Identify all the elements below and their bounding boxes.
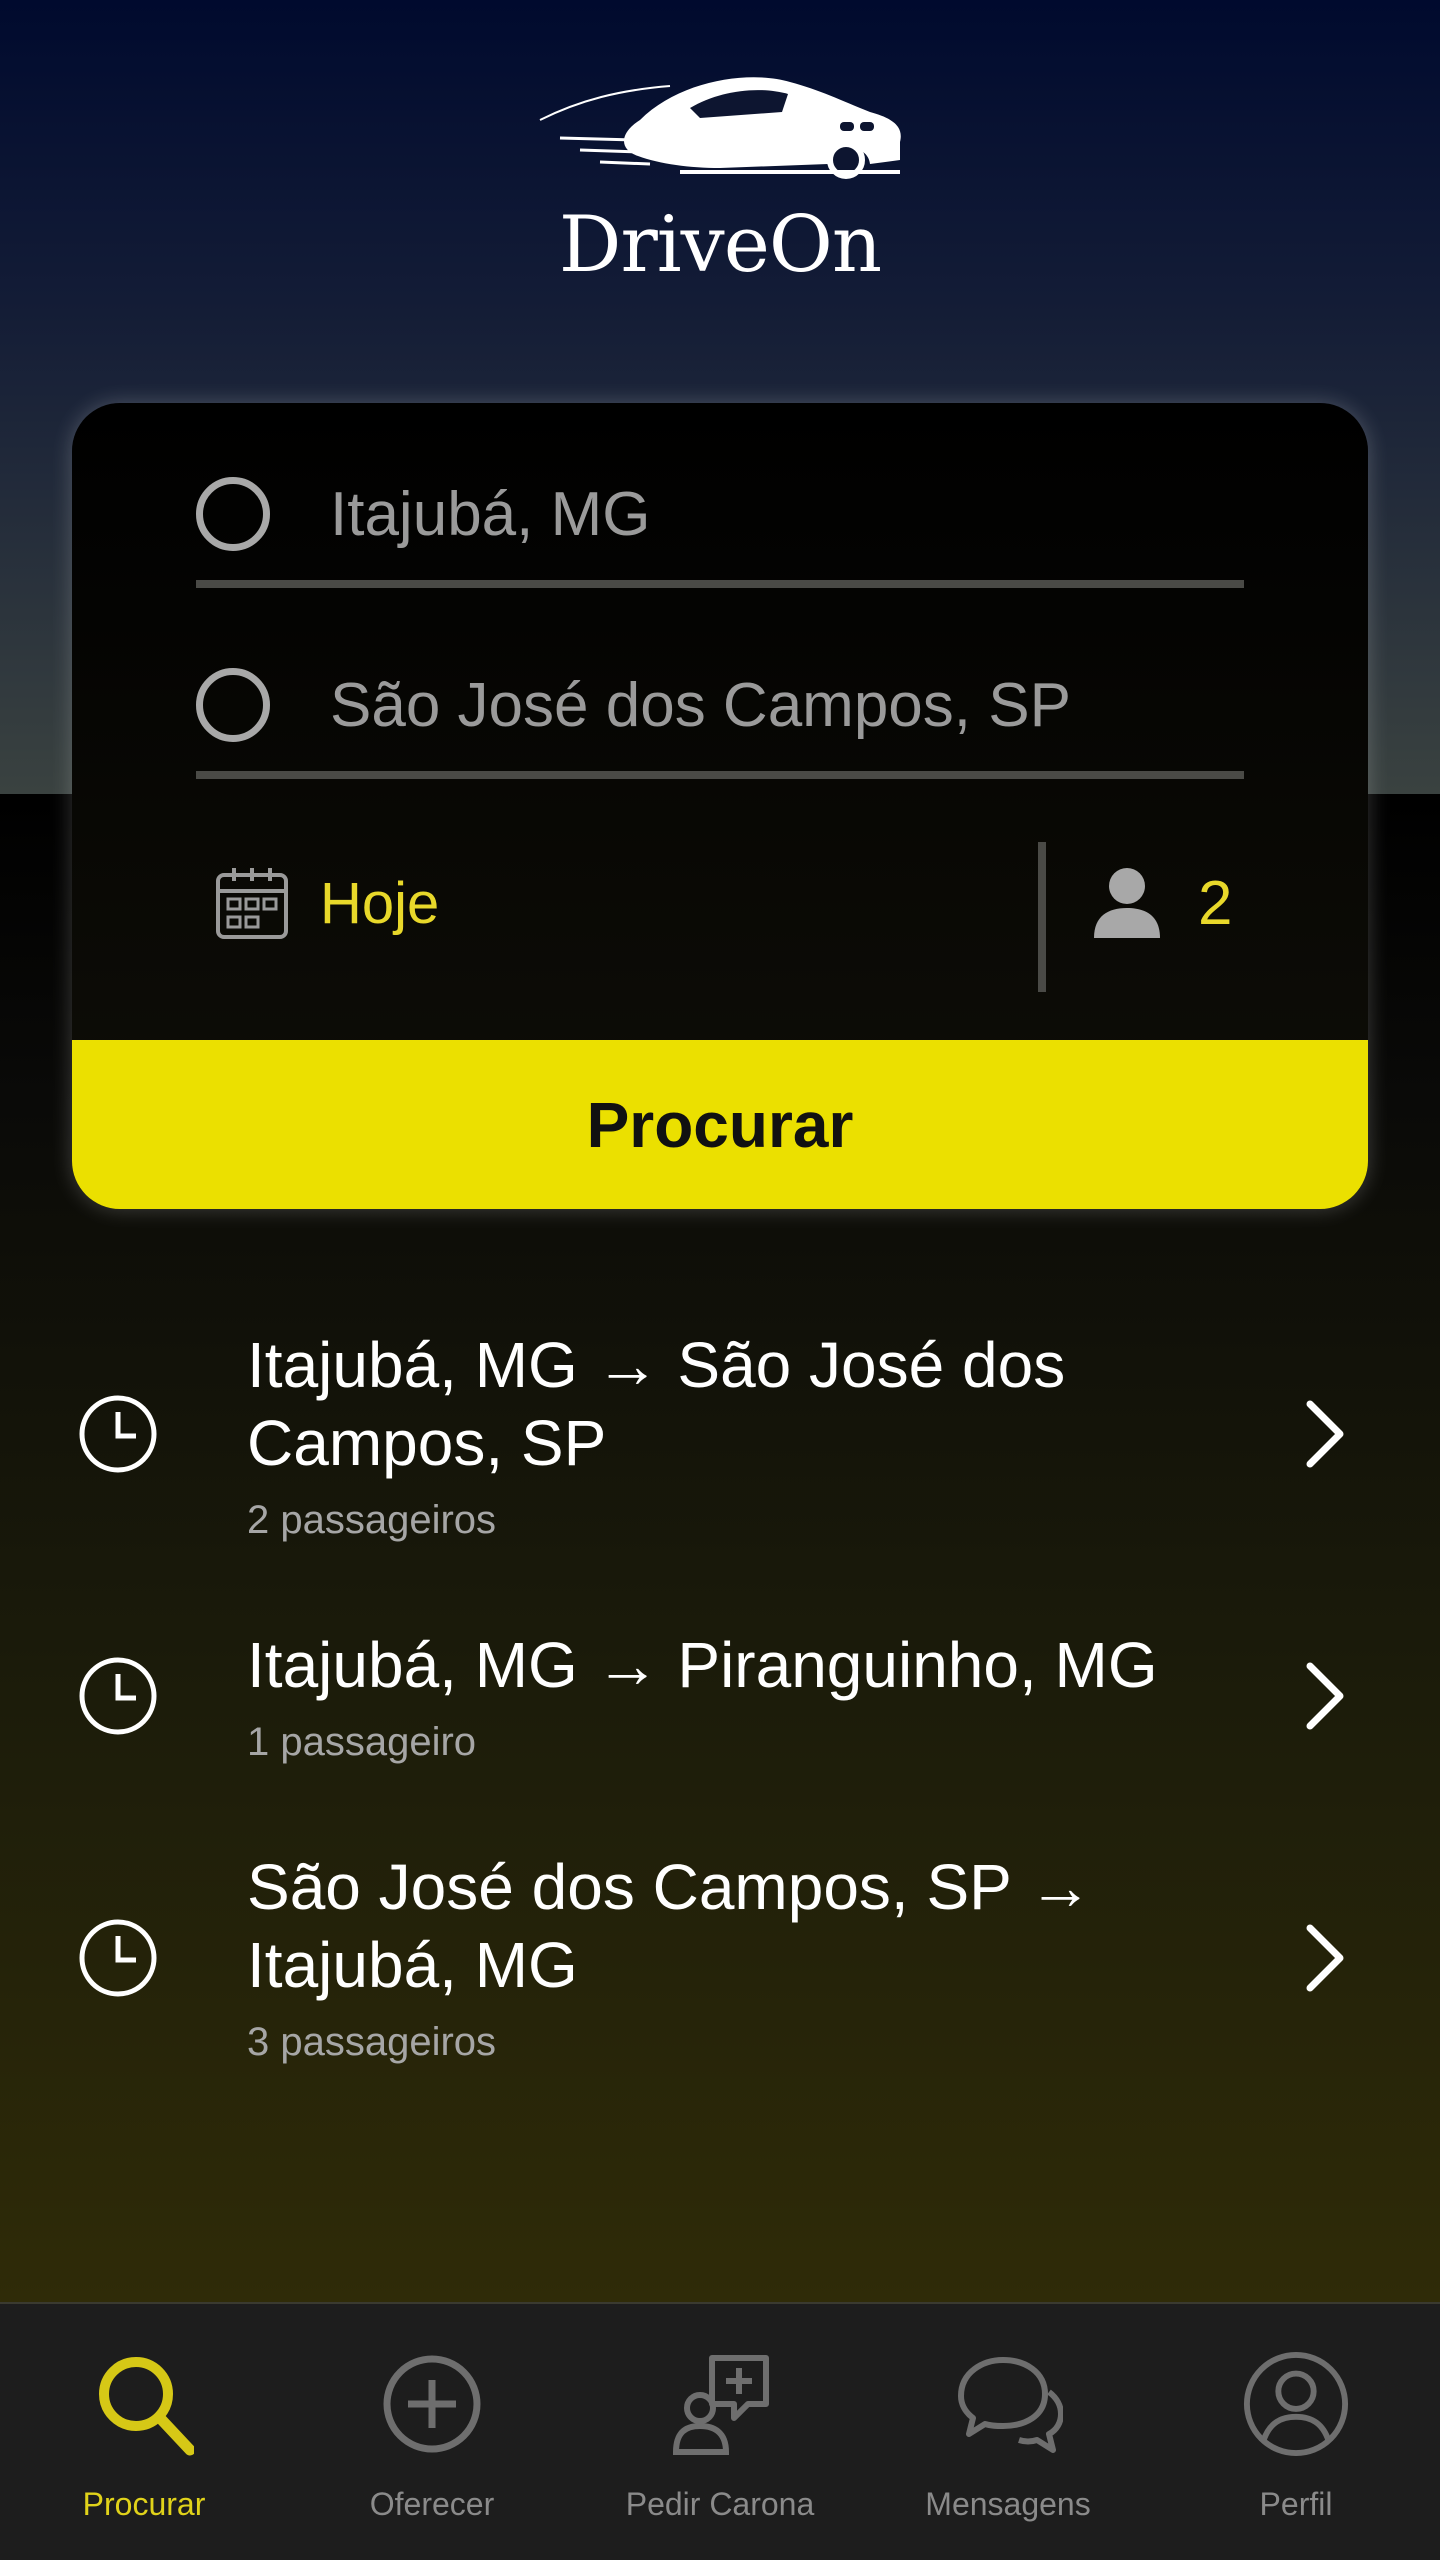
clock-icon <box>79 1395 157 1473</box>
destination-field[interactable]: São José dos Campos, SP <box>196 639 1244 779</box>
tab-label: Procurar <box>82 2486 206 2522</box>
history-item[interactable]: Itajubá, MG → São José dos Campos, SP 2 … <box>0 1320 1440 1560</box>
person-icon <box>1094 868 1160 938</box>
tab-label: Pedir Carona <box>625 2486 815 2522</box>
history-item[interactable]: Itajubá, MG → Piranguinho, MG 1 passagei… <box>0 1620 1440 1790</box>
history-item[interactable]: São José dos Campos, SP → Itajubá, MG 3 … <box>0 1842 1440 2082</box>
tab-label: Mensagens <box>925 2486 1091 2522</box>
tab-perfil[interactable]: Perfil <box>1152 2304 1440 2560</box>
clock-icon <box>79 1657 157 1735</box>
user-circle-icon <box>1243 2351 1349 2457</box>
tab-label: Perfil <box>1259 2486 1333 2522</box>
history-route-line: São José dos Campos, SP → <box>247 1851 1093 1923</box>
history-passengers: 3 passageiros <box>247 2020 497 2064</box>
date-picker[interactable]: Hoje <box>214 828 439 978</box>
clock-icon <box>79 1919 157 1997</box>
background <box>0 0 1440 2560</box>
chevron-right-icon <box>1306 1924 1344 1992</box>
tab-label: Oferecer <box>369 2486 495 2522</box>
history-route: Itajubá, MG → São José dos Campos, SP <box>247 1326 1247 1482</box>
history-route-line: Itajubá, MG → São José dos <box>247 1329 1066 1401</box>
history-route-line: Campos, SP <box>247 1407 607 1479</box>
history-passengers: 2 passageiros <box>247 1498 497 1542</box>
history-passengers: 1 passageiro <box>247 1720 477 1764</box>
date-label: Hoje <box>320 870 440 936</box>
destination-circle-icon <box>196 668 270 742</box>
origin-circle-icon <box>196 477 270 551</box>
passengers-picker[interactable]: 2 <box>1092 828 1232 978</box>
car-logo-icon <box>539 77 901 179</box>
passengers-count: 2 <box>1198 868 1233 938</box>
calendar-icon <box>216 868 288 939</box>
history-route-line: Itajubá, MG → Piranguinho, MG <box>247 1629 1158 1701</box>
chevron-right-icon <box>1306 1400 1344 1468</box>
plus-circle-icon <box>383 2355 481 2453</box>
brand-name: DriveOn <box>558 200 882 290</box>
tab-procurar[interactable]: Procurar <box>0 2304 288 2560</box>
search-icon <box>99 2357 194 2456</box>
chevron-right-icon <box>1306 1662 1344 1730</box>
destination-value: São José dos Campos, SP <box>330 670 1071 740</box>
person-add-message-icon <box>672 2355 769 2455</box>
options-divider <box>1038 842 1046 992</box>
chat-bubbles-icon <box>958 2357 1063 2453</box>
tab-mensagens[interactable]: Mensagens <box>864 2304 1152 2560</box>
history-route-line: Itajubá, MG <box>247 1929 578 2001</box>
search-card: Itajubá, MG São José dos Campos, SP Hoje <box>72 403 1368 1209</box>
history-route: São José dos Campos, SP → Itajubá, MG <box>247 1848 1247 2004</box>
tab-pedir-carona[interactable]: Pedir Carona <box>576 2304 864 2560</box>
search-button[interactable]: Procurar <box>72 1040 1368 1209</box>
origin-field[interactable]: Itajubá, MG <box>196 448 1244 588</box>
bottom-tab-bar: Procurar Oferecer Pedir Carona Mensagens <box>0 2302 1440 2560</box>
tab-oferecer[interactable]: Oferecer <box>288 2304 576 2560</box>
search-options: Hoje 2 <box>196 828 1244 992</box>
history-route: Itajubá, MG → Piranguinho, MG <box>247 1626 1247 1704</box>
brand-logo: DriveOn <box>520 60 920 290</box>
origin-value: Itajubá, MG <box>330 479 651 549</box>
